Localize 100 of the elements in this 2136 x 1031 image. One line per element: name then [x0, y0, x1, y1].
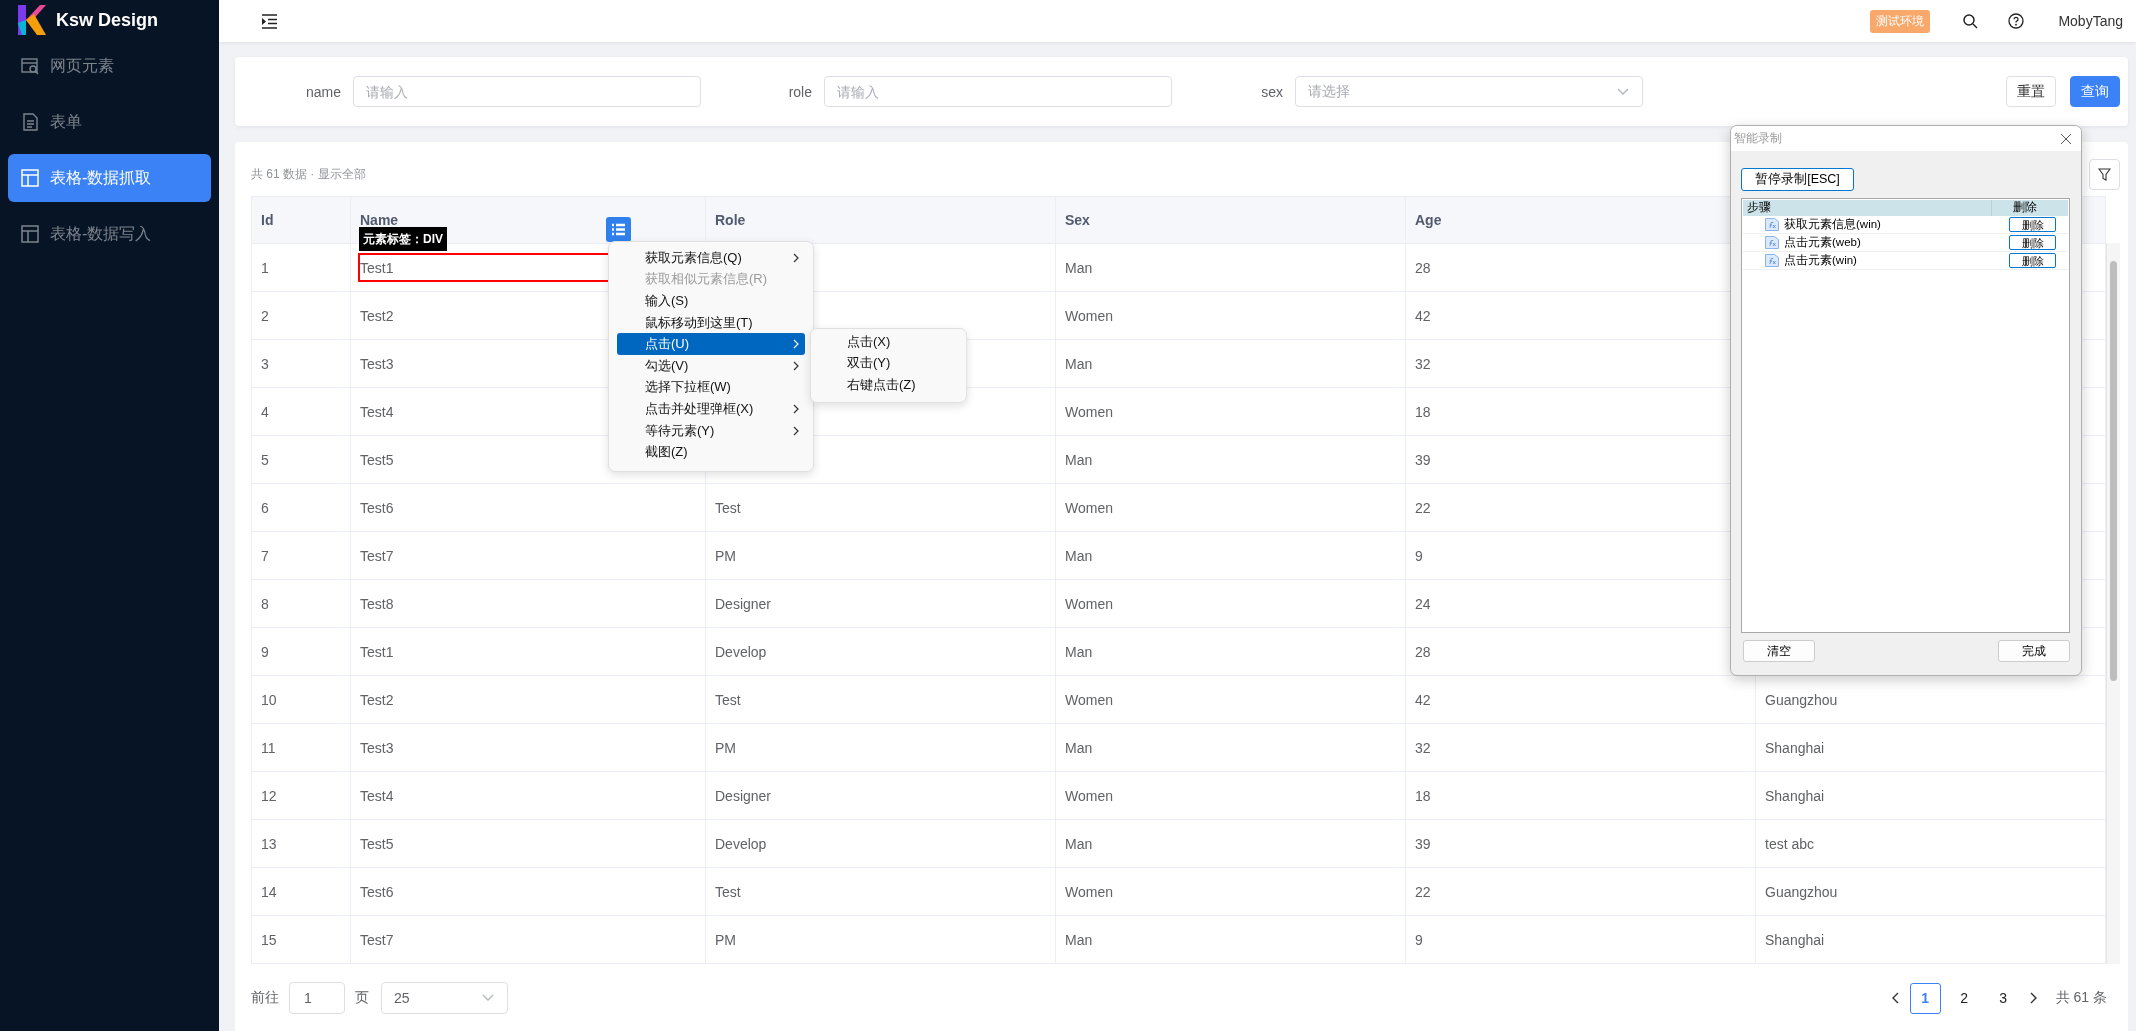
- table-cell: Test7: [350, 531, 706, 580]
- delete-button[interactable]: 删除: [2009, 253, 2056, 268]
- page-search-icon: [20, 56, 40, 76]
- table-cell: Guangzhou: [1755, 867, 2106, 916]
- table-cell: Test8: [350, 579, 706, 628]
- table-cell: Man: [1055, 819, 1406, 868]
- table-cell: 14: [251, 867, 351, 916]
- table-cell: PM: [705, 723, 1056, 772]
- table-cell: 32: [1405, 723, 1756, 772]
- table-cell: Test4: [350, 771, 706, 820]
- table-cell: 22: [1405, 867, 1756, 916]
- clear-button[interactable]: 清空: [1743, 640, 1815, 662]
- page-input[interactable]: 1: [289, 982, 345, 1014]
- table-cell: Man: [1055, 339, 1406, 388]
- pause-record-button[interactable]: 暂停录制[ESC]: [1741, 168, 1854, 191]
- table-cell: Women: [1055, 387, 1406, 436]
- column-header: Role: [705, 196, 1056, 244]
- table-cell: 15: [251, 915, 351, 964]
- table-cell: 13: [251, 819, 351, 868]
- reset-button[interactable]: 重置: [2006, 76, 2056, 107]
- menu-item[interactable]: 点击(U): [617, 333, 805, 355]
- table-cell: Develop: [705, 627, 1056, 676]
- menu-item[interactable]: 双击(Y): [819, 352, 958, 375]
- table-cell: Test1: [350, 627, 706, 676]
- table-cell: PM: [705, 531, 1056, 580]
- table-cell: Test2: [350, 675, 706, 724]
- menu-item[interactable]: 右键点击(Z): [819, 374, 958, 396]
- table-cell: Women: [1055, 675, 1406, 724]
- close-icon[interactable]: [2060, 132, 2072, 145]
- pagination-total: 共 61 条: [2055, 989, 2107, 1007]
- logo-icon: [18, 5, 46, 35]
- table-icon: [20, 224, 40, 244]
- table-cell: 12: [251, 771, 351, 820]
- chevron-right-icon: [793, 360, 799, 371]
- table-cell: Test3: [350, 723, 706, 772]
- table-cell: Women: [1055, 291, 1406, 340]
- delete-button[interactable]: 删除: [2009, 217, 2056, 232]
- table-cell: Man: [1055, 435, 1406, 484]
- filter-icon: [2098, 167, 2111, 181]
- column-header: Id: [251, 196, 351, 244]
- function-file-icon: [1765, 236, 1779, 249]
- help-icon[interactable]: [2008, 13, 2025, 29]
- table-cell: 8: [251, 579, 351, 628]
- chevron-right-icon: [793, 403, 799, 414]
- table-cell: PM: [705, 915, 1056, 964]
- environment-label: 测试环境: [1870, 9, 1931, 33]
- table-cell: Man: [1055, 723, 1406, 772]
- table-cell: Designer: [705, 771, 1056, 820]
- table-cell: Man: [1055, 243, 1406, 292]
- page-button[interactable]: 1: [1909, 982, 1941, 1014]
- user-name[interactable]: MobyTang: [2058, 13, 2123, 29]
- sidebar-item[interactable]: 表格-数据写入: [8, 210, 211, 258]
- menu-unfold-icon[interactable]: [262, 13, 277, 29]
- table-cell: Test6: [350, 483, 706, 532]
- sidebar-item[interactable]: 表格-数据抓取: [8, 154, 211, 202]
- page-button[interactable]: 2: [1948, 982, 1980, 1014]
- step-label: 点击元素(win): [1784, 253, 1858, 268]
- column-header: 步骤: [1746, 200, 1772, 215]
- table-cell: Test7: [350, 915, 706, 964]
- table-cell: 18: [1405, 771, 1756, 820]
- field-label: name: [304, 83, 341, 100]
- scrollbar[interactable]: [2106, 243, 2120, 964]
- delete-button[interactable]: 删除: [2009, 235, 2056, 250]
- dialog-title: 智能录制: [1734, 130, 1782, 147]
- input-field[interactable]: 请输入: [824, 76, 1172, 107]
- search-button[interactable]: 查询: [2070, 76, 2120, 107]
- chevron-left-icon[interactable]: [1890, 992, 1901, 1004]
- brand-name: Ksw Design: [56, 9, 159, 31]
- table-cell: Shanghai: [1755, 723, 2106, 772]
- sidebar-item[interactable]: 网页元素: [8, 42, 211, 90]
- table-cell: 6: [251, 483, 351, 532]
- page-button[interactable]: 3: [1987, 982, 2019, 1014]
- filter-button[interactable]: [2089, 158, 2120, 190]
- menu-item[interactable]: 点击(X): [819, 331, 958, 353]
- table-cell: 11: [251, 723, 351, 772]
- table-cell: Test: [705, 675, 1056, 724]
- table-cell: Man: [1055, 627, 1406, 676]
- input-field[interactable]: 请输入: [353, 76, 701, 107]
- chevron-right-icon: [793, 425, 799, 436]
- column-header: Sex: [1055, 196, 1406, 244]
- table-cell: 3: [251, 339, 351, 388]
- field-label: role: [787, 83, 812, 100]
- table-cell: Test: [705, 483, 1056, 532]
- goto-label: 前往: [251, 989, 279, 1007]
- list-icon[interactable]: [606, 217, 631, 242]
- table-cell: 1: [251, 243, 351, 292]
- table-cell: Shanghai: [1755, 771, 2106, 820]
- function-file-icon: [1765, 218, 1779, 231]
- sidebar-item[interactable]: 表单: [8, 98, 211, 146]
- finish-button[interactable]: 完成: [1998, 640, 2070, 662]
- table-cell: Women: [1055, 867, 1406, 916]
- page-suffix: 页: [355, 989, 369, 1007]
- table-cell: Man: [1055, 915, 1406, 964]
- table-icon: [20, 168, 40, 188]
- chevron-right-icon: [793, 252, 799, 263]
- page-size-select[interactable]: 25: [381, 982, 508, 1014]
- table-cell: 4: [251, 387, 351, 436]
- table-cell: 10: [251, 675, 351, 724]
- search-icon[interactable]: [1962, 13, 1979, 29]
- table-cell: 39: [1405, 819, 1756, 868]
